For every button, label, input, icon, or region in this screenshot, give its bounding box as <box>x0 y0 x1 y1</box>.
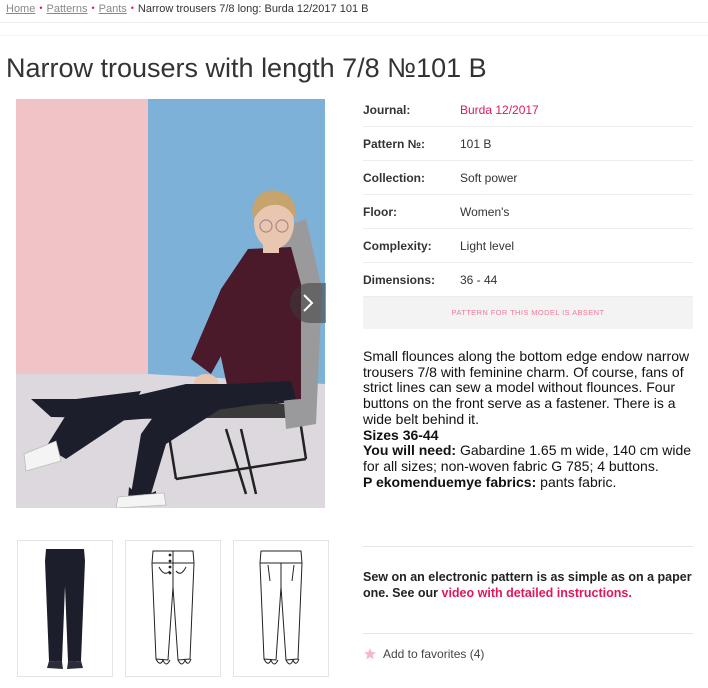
video-instructions-link[interactable]: video with detailed instructions. <box>442 586 632 600</box>
thumbnail-photo[interactable] <box>17 540 113 677</box>
star-icon <box>364 648 376 660</box>
pattern-absent-notice: PATTERN FOR THIS MODEL IS ABSENT <box>363 297 693 329</box>
info-value: Soft power <box>460 170 518 185</box>
materials-label: You will need: <box>363 442 457 459</box>
breadcrumb-home-link[interactable]: Home <box>6 3 35 15</box>
product-photo-illustration <box>16 99 325 508</box>
info-row-collection: Collection: Soft power <box>363 161 693 195</box>
thumbnail-technical-front[interactable] <box>125 540 221 677</box>
pattern-info-table: Journal: Burda 12/2017 Pattern №: 101 B … <box>363 93 693 297</box>
breadcrumb-pants-link[interactable]: Pants <box>99 3 127 15</box>
favorites-count: (4) <box>469 647 485 661</box>
info-label: Complexity: <box>363 238 432 253</box>
info-row-complexity: Complexity: Light level <box>363 229 693 263</box>
info-label: Journal: <box>363 102 411 117</box>
breadcrumb-current: Narrow trousers 7/8 long: Burda 12/2017 … <box>137 3 369 15</box>
breadcrumb-separator: • <box>91 3 95 13</box>
info-value: Light level <box>460 238 515 253</box>
info-row-journal: Journal: Burda 12/2017 <box>363 93 693 127</box>
sizes-text: Sizes 36-44 <box>363 426 439 443</box>
thumbnail-technical-back[interactable] <box>233 540 329 677</box>
info-value: Women's <box>460 204 510 219</box>
fabrics-value: pants fabric. <box>536 473 617 490</box>
breadcrumb-patterns-link[interactable]: Patterns <box>47 3 88 15</box>
breadcrumb-separator: • <box>130 3 134 13</box>
info-label: Collection: <box>363 170 425 185</box>
info-value: 36 - 44 <box>460 272 498 287</box>
info-label: Pattern №: <box>363 136 426 151</box>
info-row-pattern-number: Pattern №: 101 B <box>363 127 693 161</box>
description-text: Small flounces along the bottom edge end… <box>363 348 690 427</box>
breadcrumb-separator: • <box>39 3 43 13</box>
breadcrumb: Home • Patterns • Pants • Narrow trousers 7/8 … <box>6 3 368 15</box>
technical-drawing-back <box>259 550 303 665</box>
add-to-favorites-button[interactable]: Add to favorites (4) <box>363 647 484 661</box>
journal-link[interactable]: Burda 12/2017 <box>460 103 539 117</box>
fabrics-label: P ekomenduemye fabrics: <box>363 473 537 490</box>
info-label: Floor: <box>363 204 397 219</box>
chevron-right-icon <box>303 294 314 312</box>
divider <box>0 22 708 23</box>
electronic-pattern-promo: Sew on an electronic pattern is as simpl… <box>363 569 693 601</box>
info-label: Dimensions: <box>363 272 436 287</box>
product-photo[interactable] <box>16 99 325 508</box>
info-row-dimensions: Dimensions: 36 - 44 <box>363 263 693 297</box>
info-value: 101 B <box>460 136 492 151</box>
trousers-photo-thumbnail <box>45 549 85 669</box>
favorites-label: Add to favorites <box>383 647 467 661</box>
technical-drawing-front <box>151 550 195 665</box>
info-row-floor: Floor: Women's <box>363 195 693 229</box>
divider <box>363 633 693 634</box>
product-description: Small flounces along the bottom edge end… <box>363 348 693 490</box>
divider <box>363 546 693 547</box>
page-title: Narrow trousers with length 7/8 №101 B <box>6 53 487 83</box>
gallery-next-button[interactable] <box>290 283 326 323</box>
divider <box>0 35 708 36</box>
